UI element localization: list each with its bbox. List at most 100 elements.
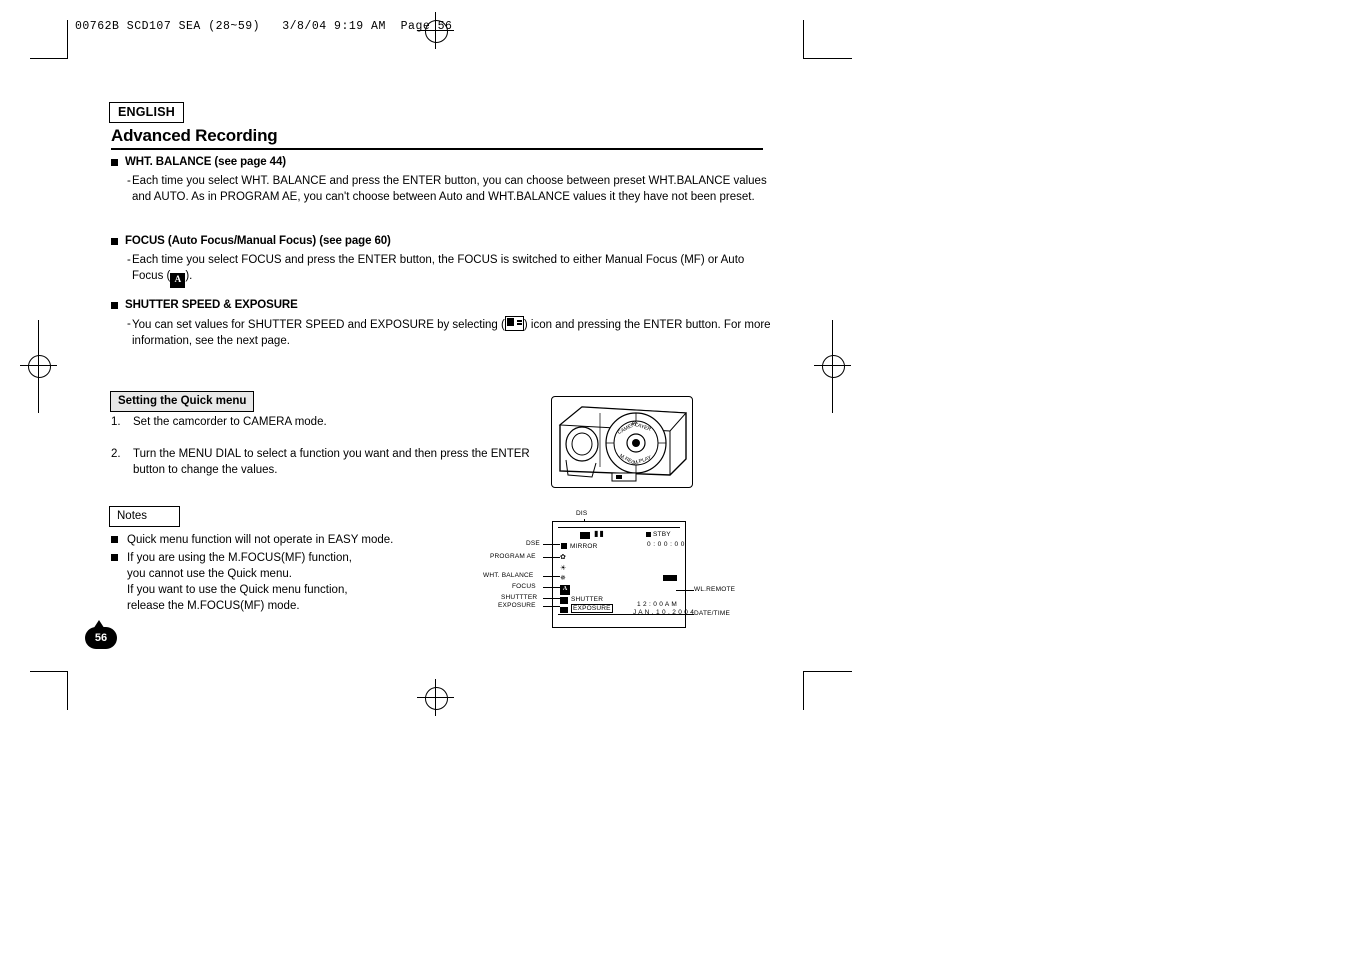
square-bullet-icon (111, 536, 118, 543)
section-heading-text: SHUTTER SPEED & EXPOSURE (125, 299, 298, 311)
shutter-exposure-icon (504, 316, 524, 331)
osd-stby: STBY (653, 531, 671, 538)
crop-mark-top-left-v (67, 20, 68, 58)
osd-callout-shutter: SHUTTTER (501, 594, 538, 601)
leader-line-shutter (543, 598, 560, 599)
step-text: Set the camcorder to CAMERA mode. (133, 416, 327, 428)
leader-line-date-time (670, 614, 694, 615)
leader-line-wht-balance (543, 576, 560, 577)
list-item: Quick menu function will not operate in … (111, 532, 531, 548)
section-focus: FOCUS (Auto Focus/Manual Focus) (see pag… (111, 235, 771, 288)
wht-balance-icon: ✵ (560, 575, 566, 582)
square-bullet-icon (111, 159, 118, 166)
square-bullet-icon (111, 554, 118, 561)
program-ae-icon: ☀ (560, 565, 567, 572)
trim-line-right (832, 320, 833, 350)
crop-mark-bottom-left-h (30, 671, 68, 672)
mirror-icon (561, 543, 567, 549)
language-badge: ENGLISH (109, 102, 184, 123)
section-body: - Each time you select WHT. BALANCE and … (111, 173, 771, 205)
registration-mark-left-h (20, 365, 57, 366)
step-text: Turn the MENU DIAL to select a function … (133, 448, 530, 476)
osd-callout-wl-remote: WL.REMOTE (694, 586, 736, 593)
square-bullet-icon (111, 238, 118, 245)
registration-mark-left (28, 355, 51, 378)
section-shutter-exposure: SHUTTER SPEED & EXPOSURE - You can set v… (111, 299, 771, 349)
exposure-icon (560, 607, 568, 613)
crop-mark-top-right-h (803, 58, 852, 59)
focus-text-part1: Each time you select FOCUS and press the… (132, 254, 745, 282)
dse-icon: ✿ (560, 554, 566, 561)
document-page: 00762B SCD107 SEA (28~59) 3/8/04 9:19 AM… (0, 0, 1351, 954)
dis-icon (580, 532, 590, 539)
leader-line-exposure (543, 606, 560, 607)
section-heading: FOCUS (Auto Focus/Manual Focus) (see pag… (111, 235, 771, 247)
osd-callout-dse: DSE (526, 540, 540, 547)
note-text: If you are using the M.FOCUS(MF) functio… (127, 552, 352, 612)
trim-line-left-lower (38, 383, 39, 413)
crop-mark-bottom-left-v (67, 672, 68, 710)
quick-menu-steps: 1. Set the camcorder to CAMERA mode. 2. … (111, 414, 541, 494)
osd-callout-dis: DIS (576, 510, 588, 517)
wl-remote-icon (663, 575, 677, 581)
list-item: If you are using the M.FOCUS(MF) functio… (111, 550, 531, 614)
section-heading-text: FOCUS (Auto Focus/Manual Focus) (see pag… (125, 235, 391, 247)
registration-mark-right-h (814, 365, 851, 366)
camcorder-drawing: CAMERA PLAYER M.REC M.PLAY (558, 406, 688, 482)
crop-mark-top-right-v (803, 20, 804, 58)
section-heading-text: WHT. BALANCE (see page 44) (125, 156, 286, 168)
focus-text-part2: ). (185, 270, 193, 282)
leader-line-focus (543, 587, 560, 588)
section-body-text: You can set values for SHUTTER SPEED and… (132, 316, 771, 349)
section-body-text: Each time you select FOCUS and press the… (132, 252, 771, 288)
osd-callout-wht-balance: WHT. BALANCE (483, 572, 534, 579)
page-number-badge: 56 (85, 627, 117, 649)
osd-callout-focus: FOCUS (512, 583, 536, 590)
osd-callout-exposure: EXPOSURE (498, 602, 536, 609)
shutter-icon (560, 597, 568, 604)
osd-callout-program-ae: PROGRAM AE (490, 553, 536, 560)
osd-inner-frame-top (558, 527, 680, 528)
osd-shutter-label: SHUTTER (571, 596, 604, 603)
section-heading: SHUTTER SPEED & EXPOSURE (111, 299, 771, 311)
square-bullet-icon (111, 302, 118, 309)
osd-callout-date-time: DATE/TIME (694, 610, 730, 617)
page-title: Advanced Recording (111, 126, 278, 145)
leader-line-dse (543, 544, 560, 545)
step-number: 2. (111, 448, 121, 460)
list-item: 1. Set the camcorder to CAMERA mode. (111, 414, 541, 430)
shutter-text-part1: You can set values for SHUTTER SPEED and… (132, 319, 505, 331)
osd-counter: 0 : 0 0 : 0 0 (647, 541, 685, 548)
quick-menu-label: Setting the Quick menu (110, 391, 255, 412)
section-body: - You can set values for SHUTTER SPEED a… (111, 316, 771, 349)
note-text: Quick menu function will not operate in … (127, 534, 394, 546)
list-item: 2. Turn the MENU DIAL to select a functi… (111, 446, 541, 478)
registration-mark-bottom-h (417, 697, 454, 698)
osd-time: 1 2 : 0 0 A M (637, 601, 678, 608)
section-wht-balance: WHT. BALANCE (see page 44) - Each time y… (111, 156, 771, 205)
crop-mark-bottom-right-v (803, 672, 804, 710)
step-number: 1. (111, 416, 121, 428)
section-body: - Each time you select FOCUS and press t… (111, 252, 771, 288)
notes-label: Notes (109, 506, 180, 527)
crop-mark-top-left-h (30, 58, 68, 59)
osd-exposure-label: EXPOSURE (571, 604, 613, 613)
dash-marker: - (127, 254, 131, 266)
registration-mark-right (822, 355, 845, 378)
osd-screen: ▮▮ STBY 0 : 0 0 : 0 0 ✿ ☀ ✵ A MIRROR SHU… (552, 521, 694, 628)
trim-line-left (38, 320, 39, 350)
osd-mirror-label: MIRROR (570, 543, 598, 550)
print-slug: 00762B SCD107 SEA (28~59) 3/8/04 9:19 AM… (75, 20, 453, 33)
notes-list: Quick menu function will not operate in … (111, 532, 531, 616)
section-body-text: Each time you select WHT. BALANCE and pr… (132, 175, 767, 203)
crop-mark-bottom-right-h (803, 671, 852, 672)
dash-marker: - (127, 175, 131, 187)
section-heading: WHT. BALANCE (see page 44) (111, 156, 771, 168)
trim-line-right-lower (832, 383, 833, 413)
focus-auto-icon: A (560, 585, 570, 595)
dash-marker: - (127, 318, 131, 330)
zoom-bar-icon: ▮▮ (594, 529, 605, 538)
title-underline (111, 148, 763, 150)
stby-marker-icon (646, 532, 651, 537)
auto-focus-icon: A (170, 273, 186, 288)
